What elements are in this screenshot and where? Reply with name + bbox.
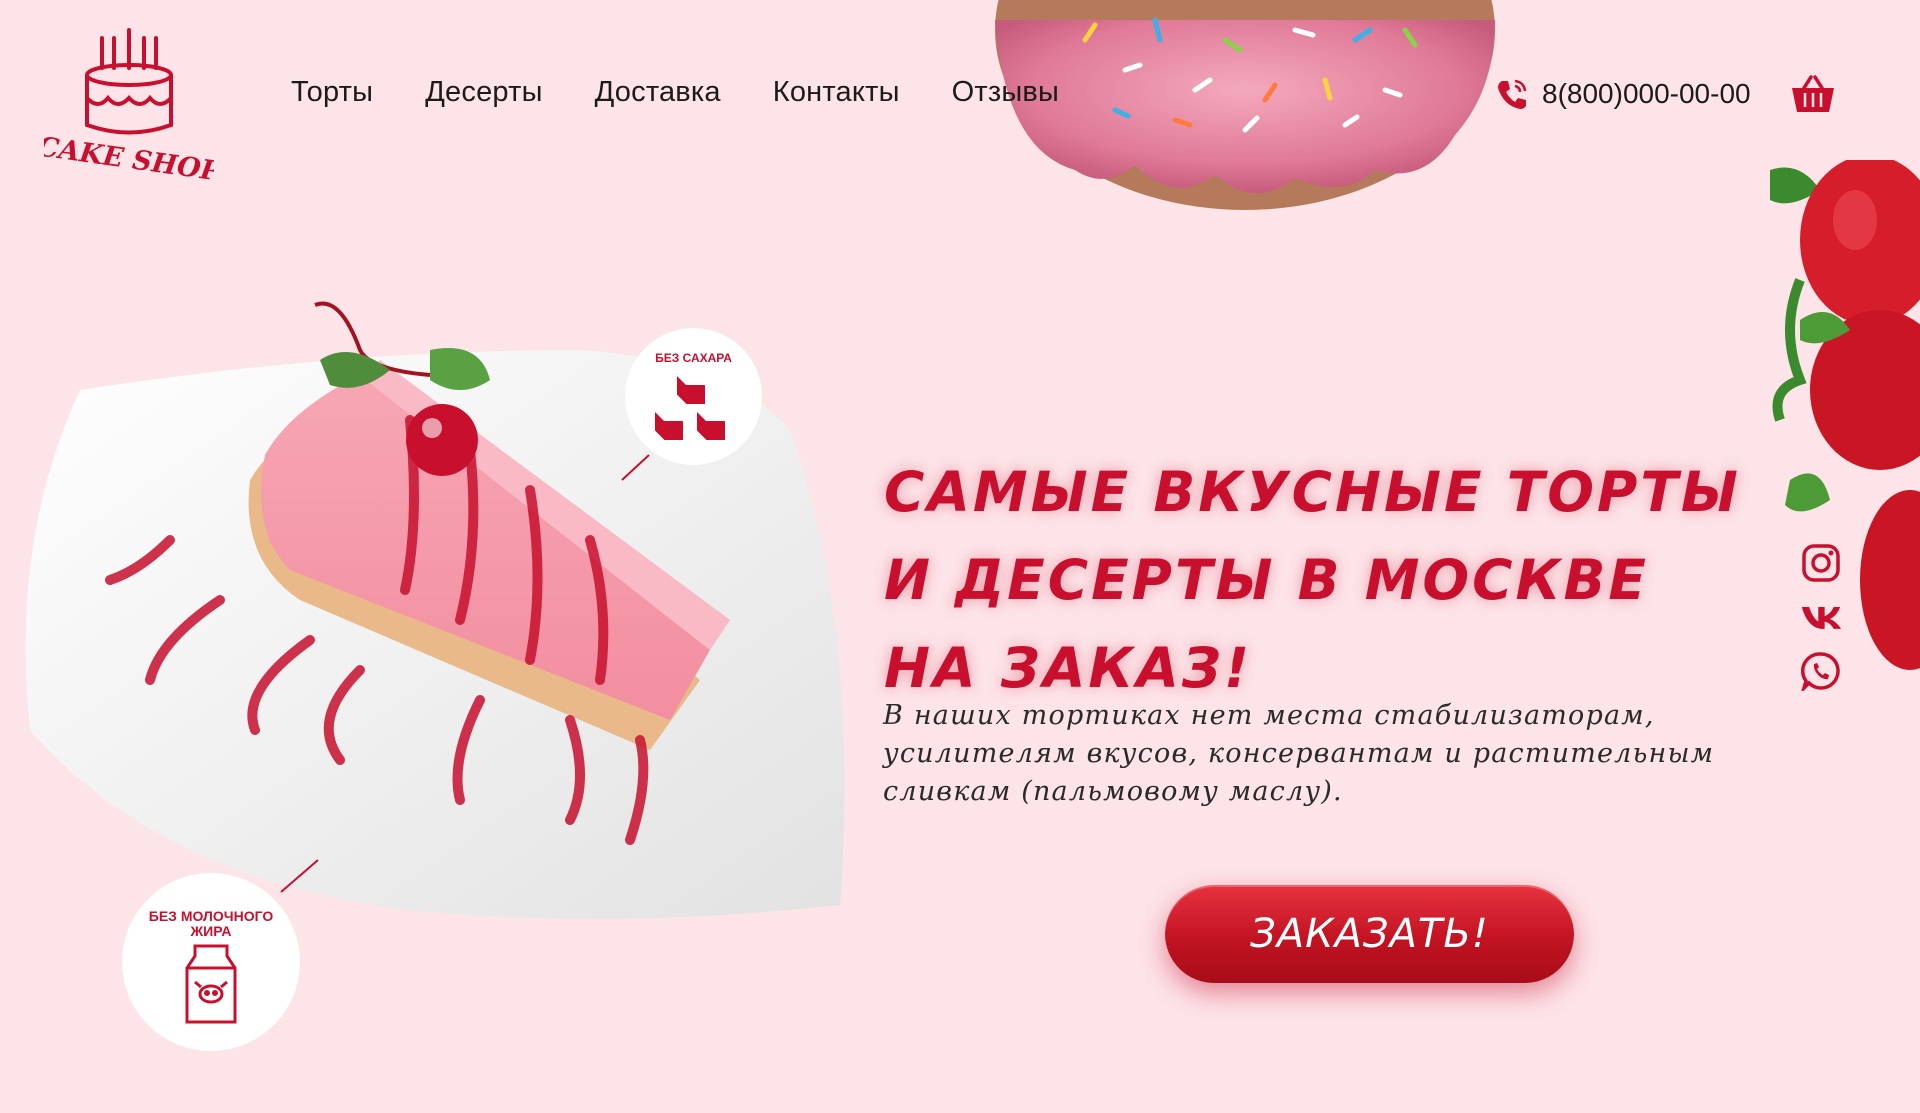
main-nav: Торты Десерты Доставка Контакты Отзывы bbox=[291, 76, 1059, 109]
badge-no-sugar-label: БЕЗ САХАРА bbox=[655, 351, 732, 365]
instagram-icon[interactable] bbox=[1800, 542, 1842, 584]
sugar-cubes-icon bbox=[652, 373, 727, 442]
milk-carton-icon bbox=[185, 944, 237, 1024]
cake-shop-logo[interactable]: CAKE SHOP bbox=[44, 20, 214, 180]
hero-subtext: В наших тортиках нет места стабилизатора… bbox=[883, 700, 1715, 807]
nav-item-cakes[interactable]: Торты bbox=[291, 76, 373, 109]
nav-item-reviews[interactable]: Отзывы bbox=[952, 76, 1059, 109]
nav-item-desserts[interactable]: Десерты bbox=[425, 76, 542, 109]
badge-no-milk-fat: БЕЗ МОЛОЧНОГО ЖИРА bbox=[122, 873, 300, 1051]
badge-no-milk-fat-label: БЕЗ МОЛОЧНОГО ЖИРА bbox=[148, 908, 274, 939]
order-button[interactable]: ЗАКАЗАТЬ! bbox=[1165, 885, 1574, 983]
social-links bbox=[1800, 542, 1842, 692]
cart-basket-icon[interactable] bbox=[1790, 74, 1836, 114]
phone-number: 8(800)000-00-00 bbox=[1542, 78, 1751, 109]
donut-image bbox=[995, 0, 1495, 210]
phone-icon bbox=[1498, 79, 1527, 109]
nav-item-delivery[interactable]: Доставка bbox=[595, 76, 721, 109]
hero-headline: Самые вкусные торты и десерты в москве н… bbox=[884, 460, 1741, 700]
badge-no-sugar: БЕЗ САХАРА bbox=[625, 328, 762, 465]
vk-icon[interactable] bbox=[1800, 596, 1842, 638]
whatsapp-icon[interactable] bbox=[1800, 650, 1842, 692]
logo-text: CAKE SHOP bbox=[44, 131, 214, 180]
nav-item-contacts[interactable]: Контакты bbox=[773, 76, 900, 109]
phone-contact[interactable]: 8(800)000-00-00 bbox=[1494, 76, 1751, 112]
